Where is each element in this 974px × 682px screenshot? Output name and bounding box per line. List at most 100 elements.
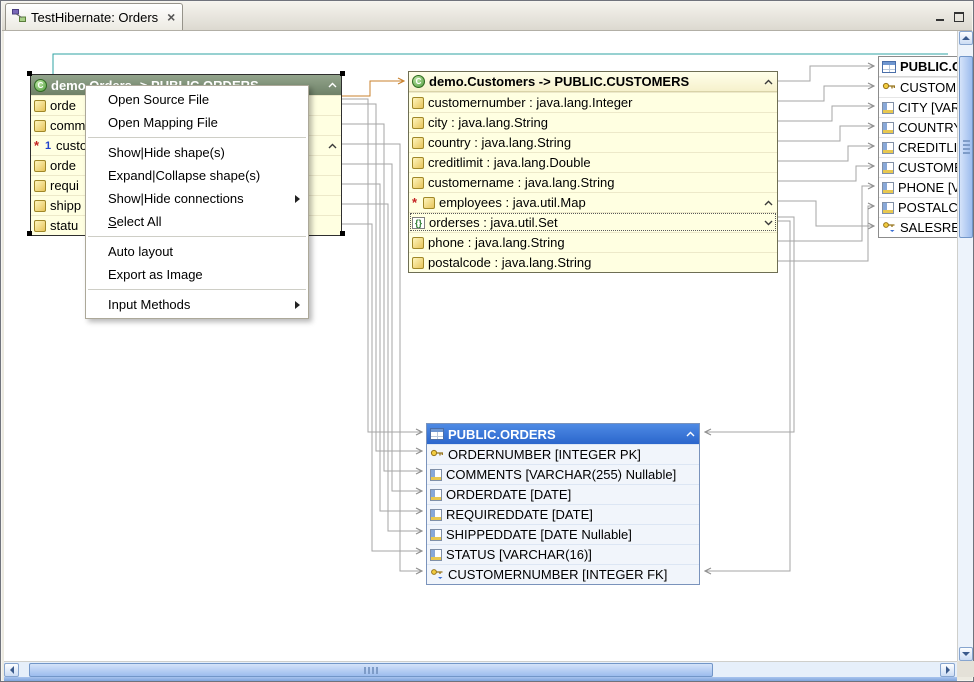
column-row[interactable]: CUSTOMERNAME [ [879,157,957,177]
scroll-down-button[interactable] [959,647,973,661]
collapse-shape-icon[interactable] [764,79,773,85]
field-row[interactable]: country : java.lang.String [409,132,777,152]
menu-item-open-mapping-file[interactable]: Open Mapping File [86,111,308,134]
column-row[interactable]: CUSTOMERNUMBER [INTEGER FK] [427,564,699,584]
collapse-shape-icon[interactable] [328,82,337,88]
column-row[interactable]: PHONE [VARCHAR [879,177,957,197]
arrow-down-icon [962,652,970,656]
view-window: TestHibernate: Orders × [0,0,974,682]
column-row[interactable]: STATUS [VARCHAR(16)] [427,544,699,564]
view-tabbar: TestHibernate: Orders × [2,2,972,31]
column-row[interactable]: SALESREPEMPLOY [879,217,957,237]
field-label: city : java.lang.String [428,115,548,130]
column-row[interactable]: POSTALCODE [VAR [879,197,957,217]
field-label: statu [50,218,78,233]
menu-item-show-hide-connections[interactable]: Show|Hide connections [86,187,308,210]
column-row[interactable]: CITY [VARCHAR(50) [879,97,957,117]
field-label: country : java.lang.String [428,135,571,150]
field-row[interactable]: city : java.lang.String [409,112,777,132]
scroll-left-button[interactable] [4,663,19,677]
table-public-customers[interactable]: PUBLIC.CUSTOMERS CUSTOMERNUMBER [IN CITY… [878,56,957,238]
field-row[interactable]: creditlimit : java.lang.Double [409,152,777,172]
collapse-shape-icon[interactable] [686,431,695,437]
maximize-icon[interactable] [954,12,964,22]
table-public-orders[interactable]: PUBLIC.ORDERS ORDERNUMBER [INTEGER PK] C… [426,423,700,585]
selection-handle[interactable] [27,71,32,76]
required-icon: * [412,195,419,210]
column-row[interactable]: REQUIREDDATE [DATE] [427,504,699,524]
vertical-scrollbar-thumb[interactable] [959,56,973,238]
column-label: COUNTRY [VARCH [898,120,957,135]
menu-item-export-as-image[interactable]: Export as Image [86,263,308,286]
menu-item-show-hide-shapes[interactable]: Show|Hide shape(s) [86,141,308,164]
property-icon [412,237,424,249]
minimize-icon[interactable] [935,11,946,22]
table-public-orders-header[interactable]: PUBLIC.ORDERS [427,424,699,444]
selection-handle[interactable] [340,231,345,236]
menu-item-label: Input Methods [108,297,190,312]
menu-item-label: Expand|Collapse shape(s) [108,168,260,183]
field-row[interactable]: * employees : java.util.Map [409,192,777,212]
column-label: PHONE [VARCHAR [898,180,957,195]
expand-connection-icon[interactable] [764,220,773,226]
horizontal-scrollbar[interactable] [4,661,957,677]
field-row[interactable]: customernumber : java.lang.Integer [409,92,777,112]
field-row[interactable]: phone : java.lang.String [409,232,777,252]
arrow-left-icon [10,666,14,674]
menu-item-select-all[interactable]: Select All [86,210,308,233]
column-label: COMMENTS [VARCHAR(255) Nullable] [446,467,676,482]
table-icon [882,61,896,73]
column-icon [882,182,894,194]
class-icon: C [412,75,425,88]
map-property-icon [423,197,435,209]
scroll-up-button[interactable] [959,31,973,45]
column-row[interactable]: ORDERNUMBER [INTEGER PK] [427,444,699,464]
menu-item-auto-layout[interactable]: Auto layout [86,240,308,263]
diagram-canvas[interactable]: C demo.Orders -> PUBLIC.ORDERS orde comm… [4,31,957,661]
column-icon [882,122,894,134]
close-icon[interactable]: × [167,11,175,23]
scroll-right-button[interactable] [940,663,955,677]
tab-testhibernate-orders[interactable]: TestHibernate: Orders × [5,3,183,30]
column-row[interactable]: ORDERDATE [DATE] [427,484,699,504]
collapse-connection-icon[interactable] [764,200,773,206]
entity-demo-customers-header[interactable]: C demo.Customers -> PUBLIC.CUSTOMERS [409,72,777,92]
selection-handle[interactable] [27,231,32,236]
vertical-scrollbar[interactable] [957,31,973,661]
field-label: employees : java.util.Map [439,195,586,210]
primary-key-icon [882,79,896,96]
field-label: requi [50,178,79,193]
field-label: custo [56,138,87,153]
column-label: CITY [VARCHAR(50) [898,100,957,115]
column-label: CUSTOMERNUMBER [IN [900,80,957,95]
menu-item-label: Select All [108,214,161,229]
menu-item-expand-collapse-shapes[interactable]: Expand|Collapse shape(s) [86,164,308,187]
menu-item-open-source-file[interactable]: Open Source File [86,88,308,111]
column-label: CUSTOMERNAME [ [898,160,957,175]
property-icon [34,100,46,112]
column-row[interactable]: COMMENTS [VARCHAR(255) Nullable] [427,464,699,484]
collapse-connection-icon[interactable] [328,143,337,149]
column-row[interactable]: COUNTRY [VARCH [879,117,957,137]
field-row[interactable]: customername : java.lang.String [409,172,777,192]
field-row-selected[interactable]: {} orderses : java.util.Set [409,212,777,232]
scrollbar-corner [957,661,974,677]
menu-item-input-methods[interactable]: Input Methods [86,293,308,316]
property-icon [412,157,424,169]
menu-separator [88,289,306,290]
field-label: postalcode : java.lang.String [428,255,591,270]
selection-handle[interactable] [340,71,345,76]
field-label: shipp [50,198,81,213]
many-to-one-icon: 1 [45,140,52,152]
horizontal-scrollbar-thumb[interactable] [29,663,713,677]
column-icon [882,202,894,214]
field-row[interactable]: postalcode : java.lang.String [409,252,777,272]
property-icon [34,160,46,172]
table-public-customers-header[interactable]: PUBLIC.CUSTOMERS [879,57,957,77]
entity-demo-customers[interactable]: C demo.Customers -> PUBLIC.CUSTOMERS cus… [408,71,778,273]
column-row[interactable]: CREDITLIMIT [DOU [879,137,957,157]
column-icon [430,469,442,481]
column-row[interactable]: CUSTOMERNUMBER [IN [879,77,957,97]
column-icon [430,489,442,501]
column-row[interactable]: SHIPPEDDATE [DATE Nullable] [427,524,699,544]
